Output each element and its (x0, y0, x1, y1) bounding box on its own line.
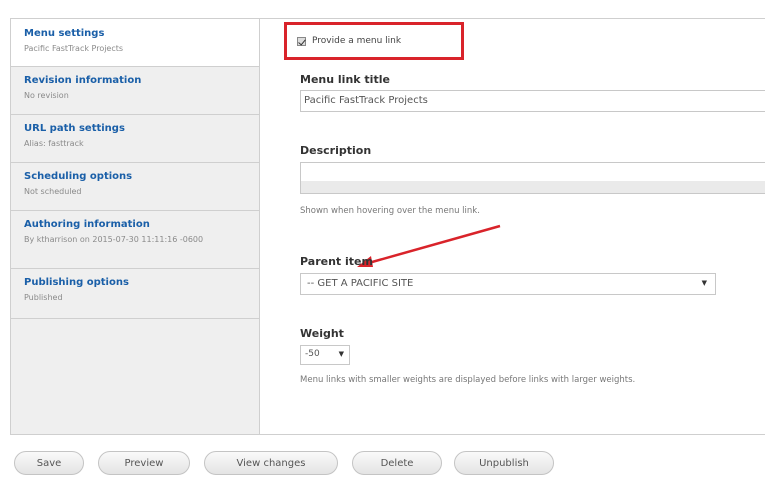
description-help: Shown when hovering over the menu link. (300, 206, 480, 216)
vtab-menu-settings[interactable]: Menu settings Pacific FastTrack Projects (11, 19, 259, 67)
vtab-summary: By ktharrison on 2015-07-30 11:11:16 -06… (24, 235, 204, 244)
description-label: Description (300, 144, 372, 157)
parent-item-select[interactable]: -- GET A PACIFIC SITE ▼ (300, 273, 716, 295)
vtab-title: URL path settings (24, 123, 125, 134)
parent-item-label: Parent item (300, 255, 373, 268)
vtab-url-path-settings[interactable]: URL path settings Alias: fasttrack (11, 115, 259, 163)
unpublish-button[interactable]: Unpublish (454, 451, 554, 475)
vtab-summary: Pacific FastTrack Projects (24, 44, 124, 53)
vtab-summary: Published (24, 293, 63, 302)
menu-settings-pane: Provide a menu link Menu link title Paci… (260, 18, 765, 435)
menu-link-title-input[interactable]: Pacific FastTrack Projects (300, 90, 765, 112)
vtab-scheduling-options[interactable]: Scheduling options Not scheduled (11, 163, 259, 211)
dropdown-arrow-icon: ▼ (338, 350, 344, 358)
vtab-summary: Not scheduled (24, 187, 82, 196)
form-actions: Save Preview View changes Delete Unpubli… (0, 440, 765, 480)
vtab-title: Menu settings (24, 28, 105, 39)
save-button[interactable]: Save (14, 451, 84, 475)
weight-label: Weight (300, 327, 344, 340)
vertical-tabs: Menu settings Pacific FastTrack Projects… (10, 18, 260, 435)
weight-help: Menu links with smaller weights are disp… (300, 375, 636, 385)
vtab-summary: Alias: fasttrack (24, 139, 84, 148)
description-input[interactable] (300, 162, 765, 194)
provide-menu-link-label[interactable]: Provide a menu link (312, 36, 401, 46)
vtab-revision-information[interactable]: Revision information No revision (11, 67, 259, 115)
vtab-publishing-options[interactable]: Publishing options Published (11, 269, 259, 319)
vtab-summary: No revision (24, 91, 69, 100)
vtab-title: Authoring information (24, 219, 150, 230)
vtab-title: Revision information (24, 75, 142, 86)
parent-item-value: -- GET A PACIFIC SITE (307, 278, 414, 289)
menu-link-title-label: Menu link title (300, 73, 390, 86)
weight-value: -50 (305, 349, 320, 359)
vtab-title: Scheduling options (24, 171, 133, 182)
dropdown-arrow-icon: ▼ (701, 279, 707, 287)
weight-select[interactable]: -50 ▼ (300, 345, 350, 365)
view-changes-button[interactable]: View changes (204, 451, 338, 475)
vtab-title: Publishing options (24, 277, 129, 288)
node-edit-form: Menu settings Pacific FastTrack Projects… (0, 0, 765, 480)
preview-button[interactable]: Preview (98, 451, 190, 475)
provide-menu-link-checkbox[interactable] (297, 36, 306, 46)
provide-menu-link-highlight: Provide a menu link (284, 22, 464, 60)
delete-button[interactable]: Delete (352, 451, 442, 475)
vtab-authoring-information[interactable]: Authoring information By ktharrison on 2… (11, 211, 259, 269)
